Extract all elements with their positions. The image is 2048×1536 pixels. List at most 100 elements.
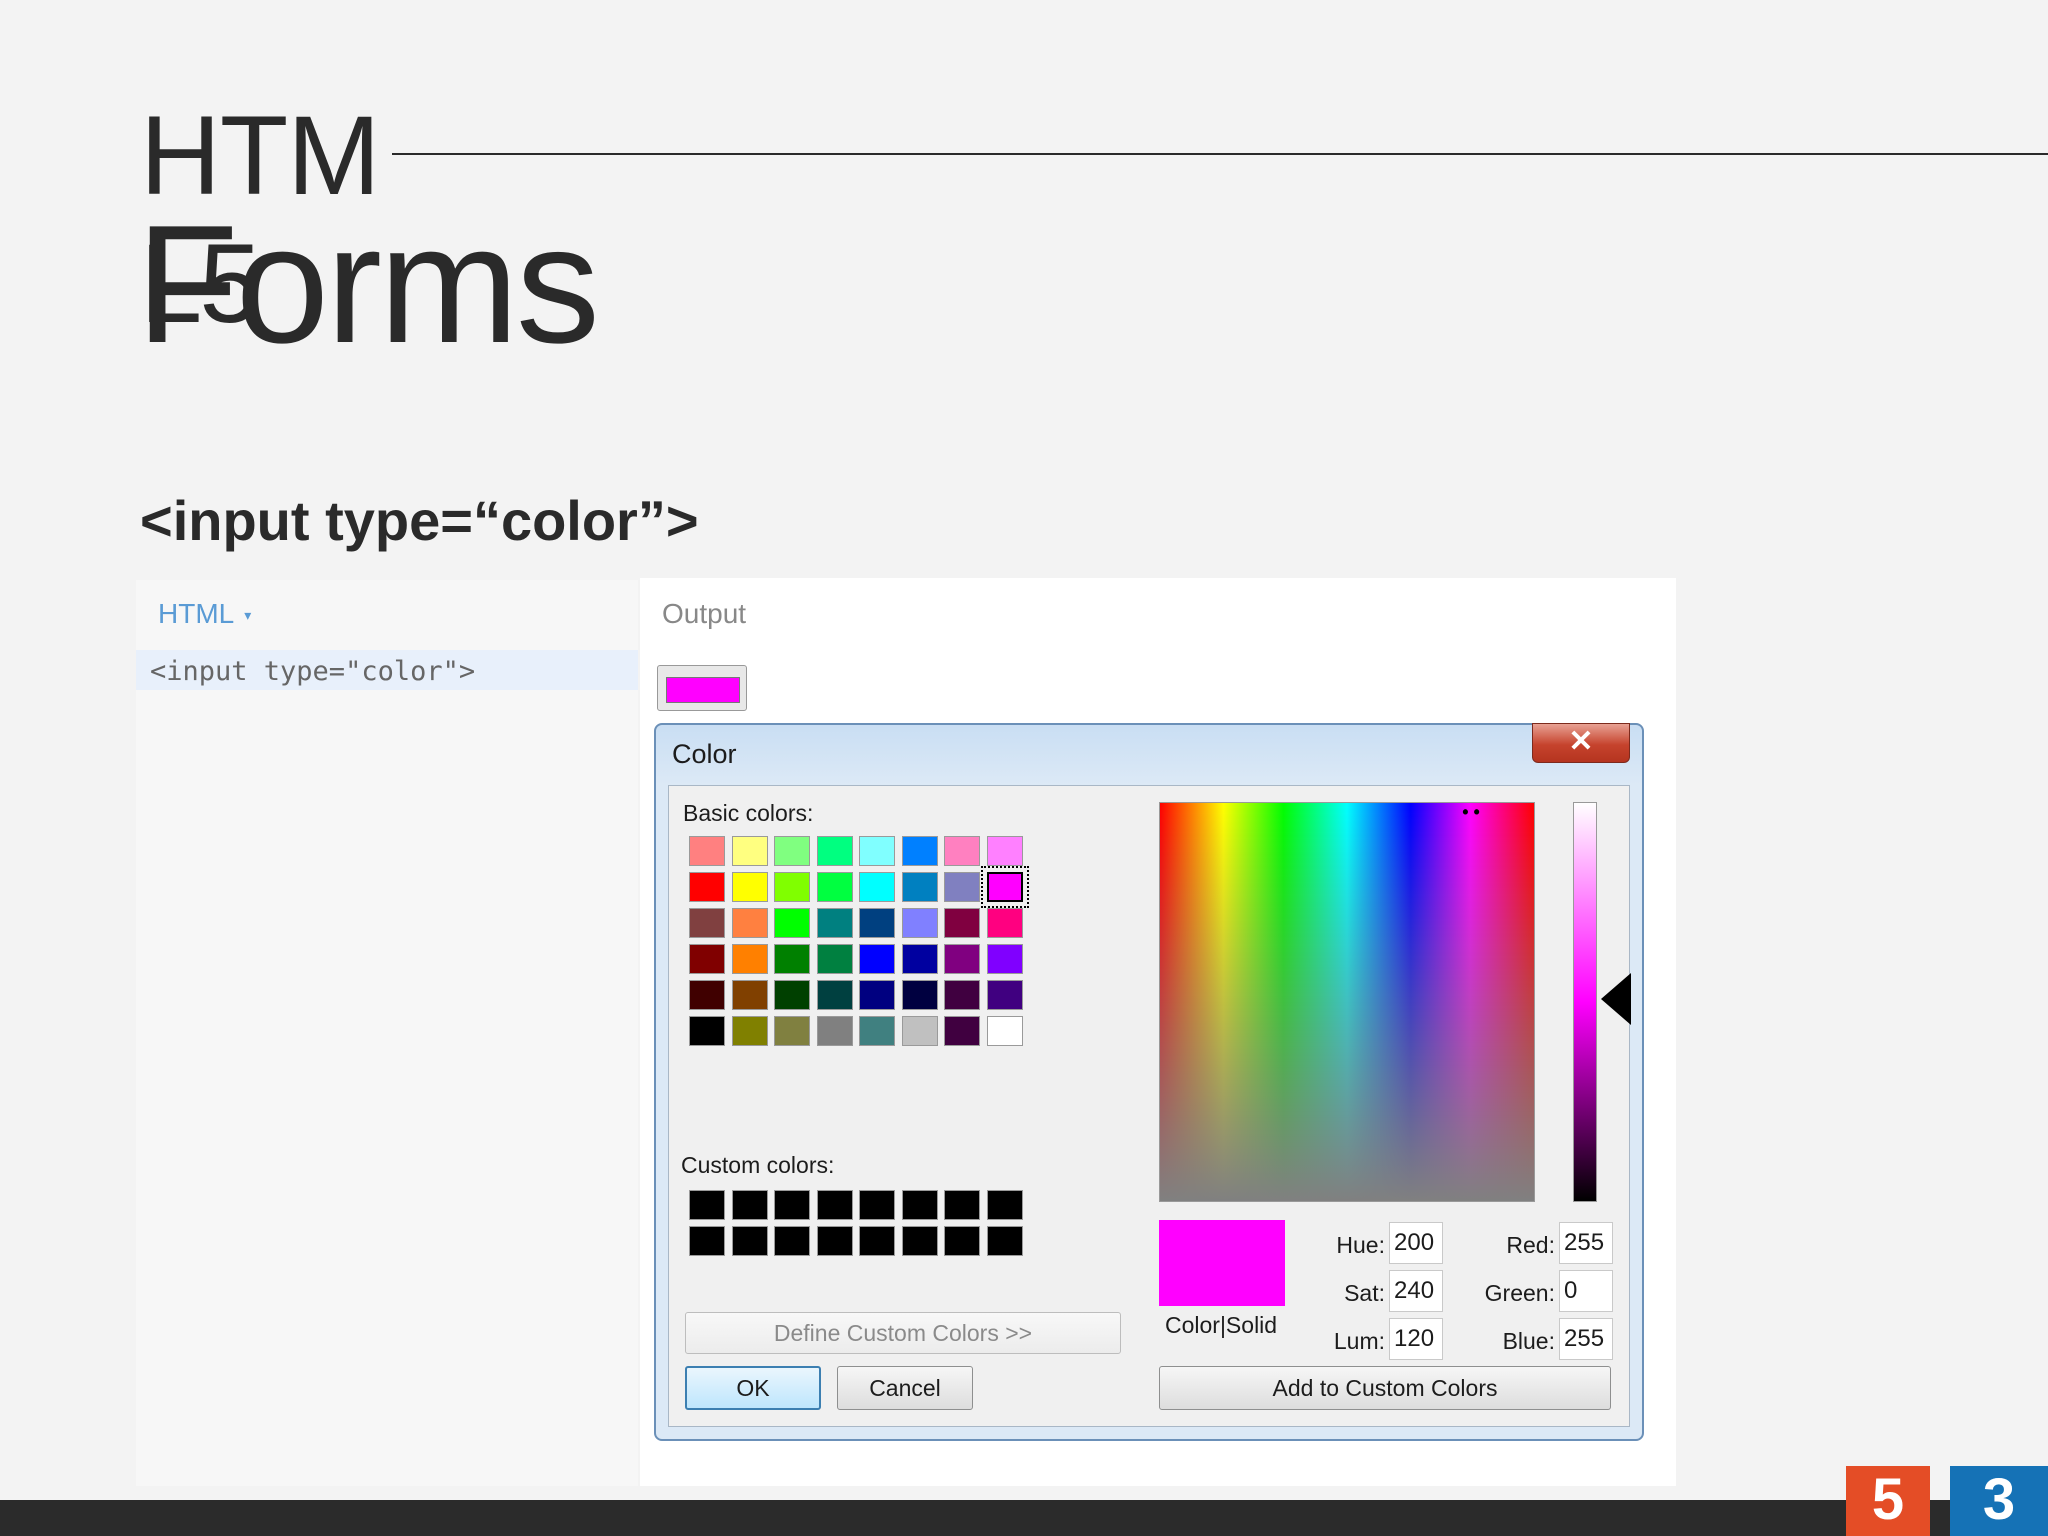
lum-field[interactable]: 120 <box>1389 1318 1443 1360</box>
crosshair-icon: • • <box>1462 802 1480 822</box>
basic-color-swatch[interactable] <box>774 836 810 866</box>
basic-color-swatch[interactable] <box>901 980 938 1010</box>
close-icon: ✕ <box>1568 725 1594 758</box>
color-dialog: Color ✕ Basic colors: Custom colors: Def… <box>654 723 1644 1441</box>
basic-color-swatch[interactable] <box>816 872 853 902</box>
code-editor-panel: HTML ▾ <input type="color"> <box>136 580 638 1486</box>
basic-color-swatch[interactable] <box>901 872 938 902</box>
basic-color-swatch[interactable] <box>689 944 725 974</box>
html5-logo: 5 <box>1846 1466 1930 1536</box>
hue-field[interactable]: 200 <box>1389 1222 1443 1264</box>
basic-color-swatch[interactable] <box>689 980 725 1010</box>
custom-color-swatch[interactable] <box>986 1190 1023 1220</box>
basic-color-swatch[interactable] <box>986 980 1023 1010</box>
custom-color-swatch[interactable] <box>731 1190 768 1220</box>
lum-label: Lum: <box>1333 1328 1385 1354</box>
hue-label: Hue: <box>1336 1232 1385 1258</box>
close-button[interactable]: ✕ <box>1532 723 1630 763</box>
sat-field[interactable]: 240 <box>1389 1270 1443 1312</box>
custom-color-swatch[interactable] <box>944 1190 980 1220</box>
css3-logo: 3 <box>1950 1466 2048 1536</box>
basic-color-swatch[interactable] <box>816 1016 853 1046</box>
basic-color-swatch[interactable] <box>980 866 1029 908</box>
cancel-button[interactable]: Cancel <box>837 1366 973 1410</box>
blue-label: Blue: <box>1502 1328 1555 1354</box>
custom-color-swatch[interactable] <box>901 1226 938 1256</box>
basic-color-swatch[interactable] <box>774 944 810 974</box>
basic-color-swatch[interactable] <box>901 944 938 974</box>
basic-color-swatch[interactable] <box>944 980 980 1010</box>
basic-color-swatch[interactable] <box>816 980 853 1010</box>
basic-color-swatch[interactable] <box>944 1016 980 1046</box>
basic-color-swatch[interactable] <box>944 836 980 866</box>
output-label: Output <box>662 598 747 629</box>
blue-field[interactable]: 255 <box>1559 1318 1613 1360</box>
basic-color-swatch[interactable] <box>859 872 895 902</box>
footer-bar <box>0 1500 2048 1536</box>
basic-color-swatch[interactable] <box>689 1016 725 1046</box>
basic-color-swatch[interactable] <box>859 944 895 974</box>
red-field[interactable]: 255 <box>1559 1222 1613 1264</box>
custom-color-swatch[interactable] <box>944 1226 980 1256</box>
custom-color-swatch[interactable] <box>901 1190 938 1220</box>
custom-color-swatch[interactable] <box>774 1226 810 1256</box>
basic-color-swatch[interactable] <box>944 872 980 902</box>
basic-color-swatch[interactable] <box>986 908 1023 938</box>
basic-colors-label: Basic colors: <box>683 800 814 826</box>
luminosity-slider[interactable] <box>1573 802 1597 1202</box>
basic-color-swatch[interactable] <box>901 908 938 938</box>
basic-color-swatch[interactable] <box>731 980 768 1010</box>
basic-color-swatch[interactable] <box>774 908 810 938</box>
basic-color-swatch[interactable] <box>901 1016 938 1046</box>
custom-color-swatch[interactable] <box>689 1190 725 1220</box>
basic-color-swatch[interactable] <box>689 836 725 866</box>
basic-color-swatch[interactable] <box>901 836 938 866</box>
basic-color-swatch[interactable] <box>689 908 725 938</box>
html-tab[interactable]: HTML ▾ <box>158 598 251 630</box>
basic-color-swatch[interactable] <box>859 980 895 1010</box>
slide-title-forms: Forms <box>136 190 600 378</box>
basic-color-swatch[interactable] <box>944 944 980 974</box>
custom-color-swatch[interactable] <box>859 1226 895 1256</box>
editor-code-text: <input type="color"> <box>150 656 476 687</box>
basic-color-swatch[interactable] <box>731 944 768 974</box>
basic-color-swatch[interactable] <box>816 908 853 938</box>
html-tab-label: HTML <box>158 598 235 629</box>
color-spectrum[interactable]: • • <box>1159 802 1535 1202</box>
custom-color-swatch[interactable] <box>774 1190 810 1220</box>
basic-color-swatch[interactable] <box>731 872 768 902</box>
define-custom-colors-button[interactable]: Define Custom Colors >> <box>685 1312 1121 1354</box>
green-field[interactable]: 0 <box>1559 1270 1613 1312</box>
custom-color-swatch[interactable] <box>816 1190 853 1220</box>
red-label: Red: <box>1506 1232 1555 1258</box>
basic-color-swatch[interactable] <box>816 944 853 974</box>
basic-color-swatch[interactable] <box>986 944 1023 974</box>
basic-color-swatch[interactable] <box>986 1016 1023 1046</box>
basic-color-swatch[interactable] <box>689 872 725 902</box>
custom-color-swatch[interactable] <box>986 1226 1023 1256</box>
basic-color-swatch[interactable] <box>944 908 980 938</box>
luminosity-arrow-icon[interactable] <box>1601 973 1631 1025</box>
basic-color-swatch[interactable] <box>816 836 853 866</box>
custom-color-swatch[interactable] <box>859 1190 895 1220</box>
slide-subtitle: <input type=“color”> <box>140 489 699 552</box>
basic-color-swatch[interactable] <box>859 908 895 938</box>
basic-color-swatch[interactable] <box>731 1016 768 1046</box>
green-label: Green: <box>1484 1280 1555 1306</box>
custom-color-swatch[interactable] <box>731 1226 768 1256</box>
chevron-down-icon: ▾ <box>244 607 252 624</box>
basic-color-swatch[interactable] <box>859 1016 895 1046</box>
custom-color-swatch[interactable] <box>689 1226 725 1256</box>
color-input-button[interactable] <box>657 665 747 711</box>
basic-color-swatch[interactable] <box>774 980 810 1010</box>
basic-color-swatch[interactable] <box>731 908 768 938</box>
custom-color-swatch[interactable] <box>816 1226 853 1256</box>
editor-active-line[interactable]: <input type="color"> <box>136 650 638 690</box>
basic-color-swatch[interactable] <box>731 836 768 866</box>
basic-color-swatch[interactable] <box>774 1016 810 1046</box>
basic-color-swatch[interactable] <box>774 872 810 902</box>
add-to-custom-colors-button[interactable]: Add to Custom Colors <box>1159 1366 1611 1410</box>
ok-button[interactable]: OK <box>685 1366 821 1410</box>
basic-color-swatch[interactable] <box>859 836 895 866</box>
basic-color-swatch[interactable] <box>986 836 1023 866</box>
